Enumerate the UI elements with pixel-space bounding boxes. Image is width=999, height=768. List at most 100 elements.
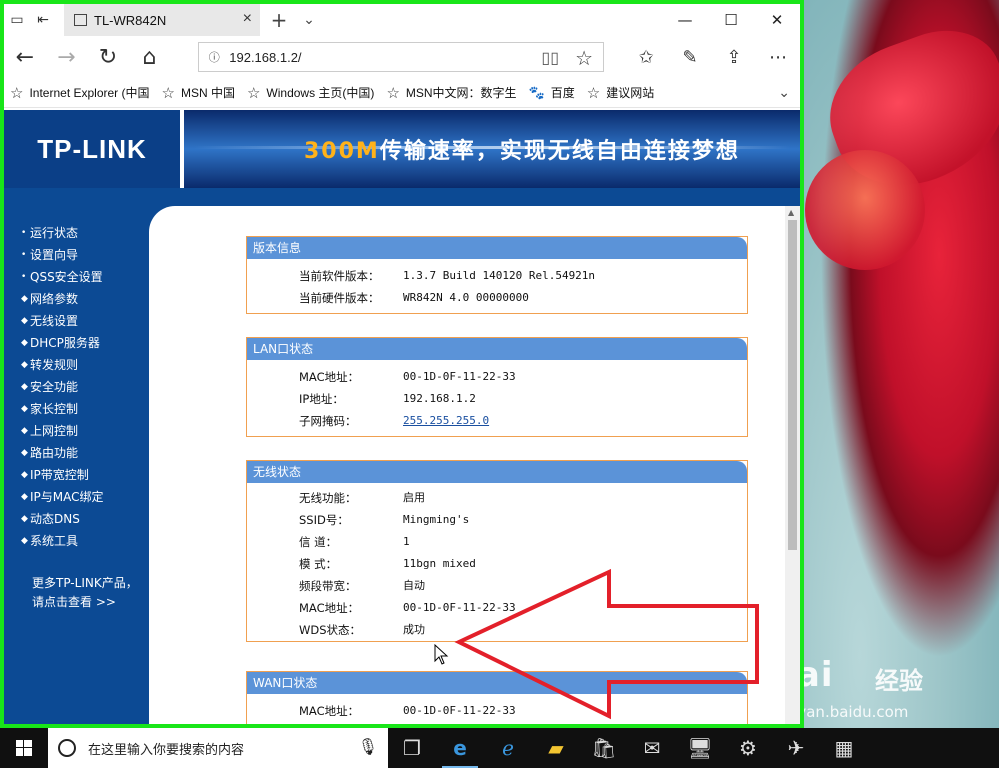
tab-active[interactable]: TL-WR842N × — [64, 4, 260, 36]
menu-item[interactable]: ◆ 转发规则 — [4, 354, 149, 376]
cortana-icon[interactable] — [58, 739, 76, 757]
favorite-item[interactable]: ☆ MSN 中国 — [162, 84, 235, 102]
menu-item[interactable]: ◆ 家长控制 — [4, 398, 149, 420]
more-icon[interactable]: ⋯ — [756, 36, 800, 78]
file-explorer-icon[interactable]: ▰ — [532, 728, 580, 768]
taskbar-search[interactable]: 在这里输入你要搜索的内容 🎙 — [48, 728, 388, 768]
page-scrollbar[interactable]: ▲ — [785, 206, 800, 724]
address-bar[interactable]: ⓘ 192.168.1.2/ ▯▯ ☆ — [198, 42, 604, 72]
taskbar: 在这里输入你要搜索的内容 🎙 ❐ e ℯ ▰ 🛍 ✉ 🖥 ⚙ ✈ ▦ — [0, 728, 999, 768]
app-icon[interactable]: ✈ — [772, 728, 820, 768]
menu-item[interactable]: ◆ IP带宽控制 — [4, 464, 149, 486]
bullet-icon: ◆ — [21, 426, 28, 436]
paw-icon: 🐾 — [528, 84, 545, 100]
menu-item-label: 无线设置 — [30, 314, 79, 328]
menu-item[interactable]: ◆ 上网控制 — [4, 420, 149, 442]
favorite-label: Windows 主页(中国) — [266, 86, 375, 100]
status-value: 成功 — [403, 623, 425, 636]
app-icon[interactable]: ▦ — [820, 728, 868, 768]
status-key: MAC地址： — [299, 704, 360, 718]
network-tool-icon[interactable]: 🖥 — [676, 728, 724, 768]
favorite-item[interactable]: ☆ Internet Explorer (中国 — [10, 84, 150, 102]
status-value: 自动 — [403, 579, 425, 592]
menu-item[interactable]: ◆ 动态DNS — [4, 508, 149, 530]
menu-item[interactable]: ◆ 路由功能 — [4, 442, 149, 464]
favorites-hub-icon[interactable]: ✩ — [624, 36, 668, 78]
menu-item-label: 设置向导 — [30, 248, 79, 262]
panel-body: MAC地址： 00-1D-0F-11-22-33 IP地址： 192.168.1.2 子… — [247, 360, 747, 436]
bullet-icon: • — [21, 228, 27, 238]
tab-preview-icon[interactable]: ▭ — [4, 4, 30, 36]
menu-item[interactable]: ◆ 无线设置 — [4, 310, 149, 332]
menu-item-label: 上网控制 — [30, 424, 79, 438]
bullet-icon: ◆ — [21, 382, 28, 392]
store-icon[interactable]: 🛍 — [580, 728, 628, 768]
status-key: 子网掩码： — [299, 414, 357, 428]
favorite-label: Internet Explorer (中国 — [29, 86, 150, 100]
task-view-icon[interactable]: ❐ — [388, 728, 436, 768]
status-key: MAC地址： — [299, 601, 360, 615]
favorite-item[interactable]: 🐾 百度 — [529, 84, 575, 101]
menu-item[interactable]: ◆ 系统工具 — [4, 530, 149, 552]
bullet-icon: ◆ — [21, 536, 28, 546]
maximize-icon[interactable]: ☐ — [708, 4, 754, 36]
internet-explorer-icon[interactable]: ℯ — [484, 728, 532, 768]
menu-item[interactable]: ◆ IP与MAC绑定 — [4, 486, 149, 508]
lan-panel: LAN口状态 MAC地址： 00-1D-0F-11-22-33 IP地址： 192.16… — [246, 337, 748, 437]
edge-browser-icon[interactable]: e — [436, 728, 484, 768]
favorite-star-icon[interactable]: ☆ — [575, 46, 593, 71]
status-value[interactable]: 255.255.255.0 — [403, 410, 489, 432]
router-banner: TP-LINK 300M传输速率，实现无线自由连接梦想 — [4, 110, 800, 188]
home-icon[interactable]: ⌂ — [129, 36, 171, 78]
favorite-item[interactable]: ☆ 建议网站 — [587, 84, 654, 102]
star-icon: ☆ — [10, 84, 24, 102]
reading-view-icon[interactable]: ▯▯ — [541, 48, 559, 68]
back-icon[interactable]: ← — [4, 36, 46, 78]
menu-item-label: 网络参数 — [30, 292, 79, 306]
refresh-icon[interactable]: ↻ — [87, 36, 129, 78]
chevron-down-icon[interactable]: ⌄ — [294, 12, 324, 28]
menu-item[interactable]: ◆ 安全功能 — [4, 376, 149, 398]
scroll-thumb[interactable] — [788, 220, 797, 550]
status-row: SSID号： Mingming's — [247, 509, 747, 531]
menu-item[interactable]: ◆ 网络参数 — [4, 288, 149, 310]
web-note-icon[interactable]: ✎ — [668, 36, 712, 78]
set-aside-tabs-icon[interactable]: ⇤ — [30, 4, 56, 36]
chevron-down-icon[interactable]: ⌄ — [778, 84, 790, 101]
status-key: 模 式： — [299, 557, 338, 571]
menu-item-label: 路由功能 — [30, 446, 79, 460]
app-icon[interactable]: ⚙ — [724, 728, 772, 768]
address-url[interactable]: 192.168.1.2/ — [229, 50, 301, 65]
favorite-item[interactable]: ☆ MSN中文网：数字生 — [386, 84, 516, 102]
mail-icon[interactable]: ✉ — [628, 728, 676, 768]
more-products-link[interactable]: 更多TP-LINK产品， 请点击查看 >> — [4, 574, 149, 612]
forward-icon[interactable]: → — [46, 36, 88, 78]
share-icon[interactable]: ⇪ — [712, 36, 756, 78]
favorite-item[interactable]: ☆ Windows 主页(中国) — [247, 84, 374, 102]
menu-item[interactable]: • 运行状态 — [4, 222, 149, 244]
status-value: 1 — [403, 535, 410, 548]
status-value: 1.3.7 Build 140120 Rel.54921n — [403, 269, 596, 282]
router-menu: • 运行状态 • 设置向导 • QSS安全设置 ◆ 网络参数 ◆ 无线设置 ◆ DHCP服务器 ◆ 转发规… — [4, 222, 149, 612]
bullet-icon: ◆ — [21, 470, 28, 480]
tplink-logo: TP-LINK — [4, 110, 184, 188]
close-window-icon[interactable]: ✕ — [754, 4, 800, 36]
info-icon[interactable]: ⓘ — [199, 49, 229, 65]
bullet-icon: • — [21, 250, 27, 260]
star-icon: ☆ — [586, 84, 601, 102]
minimize-icon[interactable]: — — [662, 4, 708, 36]
menu-item[interactable]: ◆ DHCP服务器 — [4, 332, 149, 354]
menu-item-label: 动态DNS — [30, 512, 80, 526]
windows-start-icon[interactable] — [0, 728, 48, 768]
close-tab-icon[interactable]: × — [243, 10, 252, 28]
more-line2: 请点击查看 >> — [32, 595, 116, 609]
status-key: 当前软件版本： — [299, 269, 380, 283]
new-tab-icon[interactable]: + — [264, 8, 294, 32]
microphone-icon[interactable]: 🎙 — [358, 737, 378, 757]
menu-item[interactable]: • 设置向导 — [4, 244, 149, 266]
status-value: 00-1D-0F-11-22-33 — [403, 370, 516, 383]
toolbar-right: ✩ ✎ ⇪ ⋯ — [624, 36, 800, 78]
menu-item[interactable]: • QSS安全设置 — [4, 266, 149, 288]
scroll-up-icon[interactable]: ▲ — [788, 208, 794, 217]
status-value: Mingming's — [403, 513, 470, 526]
